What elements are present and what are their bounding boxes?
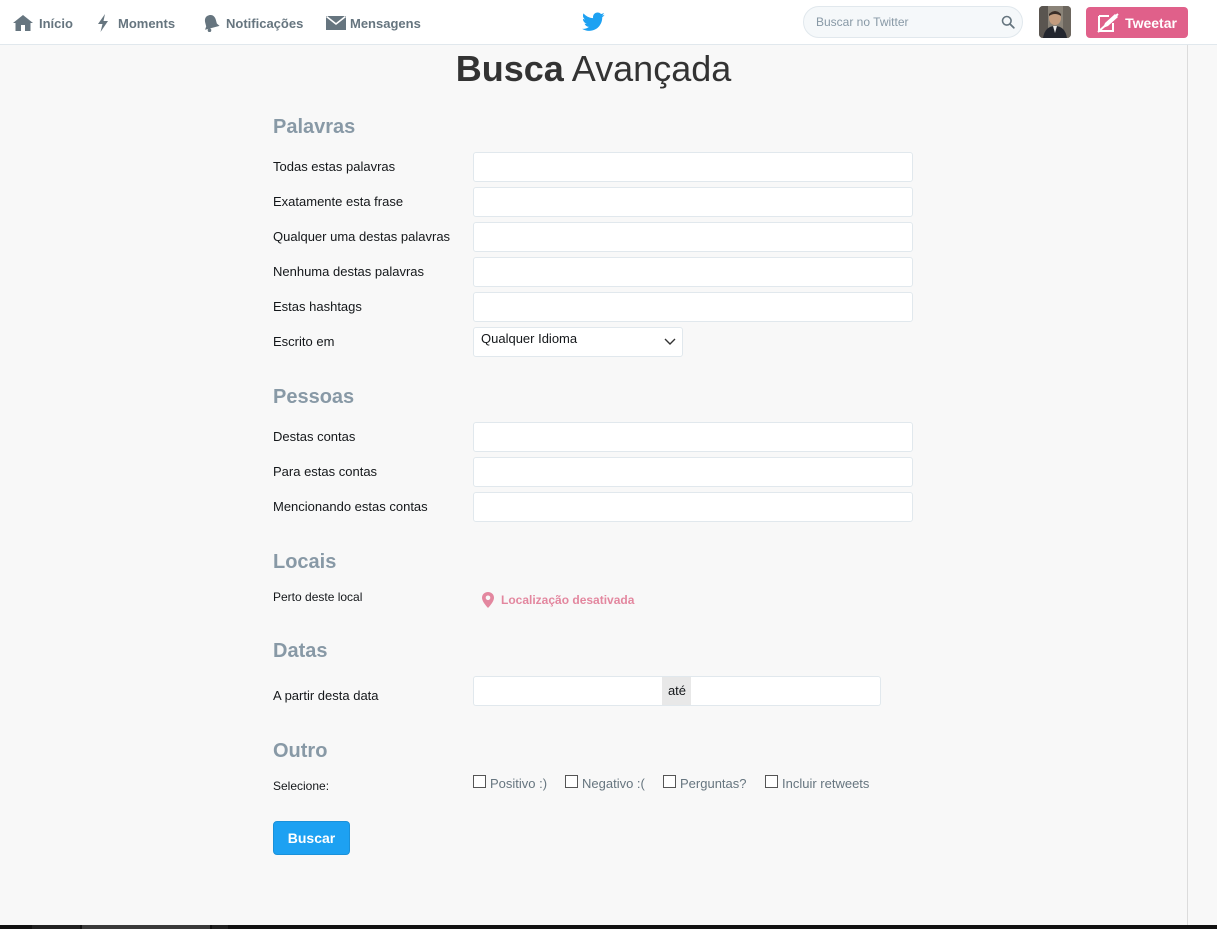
home-icon (13, 15, 33, 31)
checkbox-questions-label: Perguntas? (680, 776, 747, 791)
hashtags-input[interactable] (473, 292, 913, 322)
checkbox-questions-box[interactable] (663, 775, 676, 788)
label-language: Escrito em (273, 334, 335, 349)
checkbox-retweets-label: Incluir retweets (782, 776, 870, 791)
section-heading-other: Outro (273, 740, 328, 762)
bell-icon (204, 15, 220, 32)
mentioning-accounts-input[interactable] (473, 492, 913, 522)
profile-photo-icon (1039, 6, 1071, 38)
exact-phrase-input[interactable] (473, 187, 913, 217)
any-words-input[interactable] (473, 222, 913, 252)
twitter-bird-logo-icon[interactable] (582, 12, 605, 37)
section-heading-dates: Datas (273, 640, 328, 662)
nav-notifications[interactable]: Notificações (201, 12, 303, 34)
checkbox-negative-box[interactable] (565, 775, 578, 788)
chevron-down-icon (664, 338, 676, 345)
taskbar-segment (82, 925, 210, 929)
location-toggle[interactable]: Localização desativada (481, 591, 634, 609)
page-title-rest: Avançada (563, 48, 732, 89)
section-heading-people: Pessoas (273, 386, 355, 408)
language-select-value: Qualquer Idioma (481, 331, 578, 346)
nav-moments[interactable]: Moments (96, 12, 175, 34)
scrollbar-track[interactable] (1188, 45, 1217, 925)
lightning-icon (98, 14, 108, 32)
location-status: Localização desativada (501, 593, 635, 607)
checkbox-negative-label: Negativo :( (582, 776, 645, 791)
top-navigation-bar: Início Moments Notificações Mensagens Bu… (0, 0, 1217, 45)
to-accounts-input[interactable] (473, 457, 913, 487)
from-accounts-input[interactable] (473, 422, 913, 452)
taskbar-strip (0, 925, 1217, 929)
taskbar-segment (32, 925, 80, 929)
location-pin-icon (482, 592, 494, 608)
label-select: Selecione: (273, 779, 330, 793)
label-exact-phrase: Exatamente esta frase (273, 194, 404, 209)
all-words-input[interactable] (473, 152, 913, 182)
page-title-bold: Busca (455, 48, 564, 89)
checkbox-positive-box[interactable] (473, 775, 486, 788)
label-near-place: Perto deste local (273, 590, 363, 604)
label-any-words: Qualquer uma destas palavras (273, 229, 451, 244)
none-words-input[interactable] (473, 257, 913, 287)
tweet-button[interactable]: Tweetar (1086, 7, 1188, 38)
label-to-accounts: Para estas contas (273, 464, 378, 479)
until-date-input[interactable] (691, 676, 881, 706)
checkbox-retweets-box[interactable] (765, 775, 778, 788)
checkbox-questions[interactable]: Perguntas? (663, 774, 747, 791)
search-icon[interactable] (1001, 15, 1015, 29)
checkbox-negative[interactable]: Negativo :( (565, 774, 645, 791)
section-heading-places: Locais (273, 551, 337, 573)
envelope-icon (326, 15, 346, 30)
label-all-words: Todas estas palavras (273, 159, 396, 174)
tweet-button-label: Tweetar (1125, 14, 1177, 31)
label-from-accounts: Destas contas (273, 429, 356, 444)
nav-home-label: Início (39, 15, 73, 31)
checkbox-positive[interactable]: Positivo :) (473, 774, 547, 791)
checkbox-retweets[interactable]: Incluir retweets (765, 774, 869, 791)
date-separator: até (662, 676, 692, 706)
label-none-words: Nenhuma destas palavras (273, 264, 425, 279)
nav-notifications-label: Notificações (226, 15, 304, 31)
search-input[interactable] (816, 7, 986, 37)
label-hashtags: Estas hashtags (273, 299, 362, 314)
page-title: Busca Avançada (0, 48, 1187, 90)
compose-icon (1097, 12, 1119, 33)
label-mentioning-accounts: Mencionando estas contas (273, 499, 428, 514)
nav-messages-label: Mensagens (350, 15, 421, 31)
nav-messages[interactable]: Mensagens (325, 12, 421, 34)
section-heading-words: Palavras (273, 116, 356, 138)
checkbox-positive-label: Positivo :) (490, 776, 548, 791)
taskbar-segment (212, 925, 228, 929)
since-date-input[interactable] (473, 676, 663, 706)
label-since-date: A partir desta data (273, 688, 379, 703)
submit-search-button[interactable]: Buscar (273, 821, 350, 855)
nav-home[interactable]: Início (12, 12, 73, 34)
nav-moments-label: Moments (118, 15, 176, 31)
avatar[interactable] (1039, 6, 1071, 38)
search-box[interactable] (803, 6, 1023, 38)
language-select[interactable]: Qualquer Idioma (473, 327, 683, 357)
